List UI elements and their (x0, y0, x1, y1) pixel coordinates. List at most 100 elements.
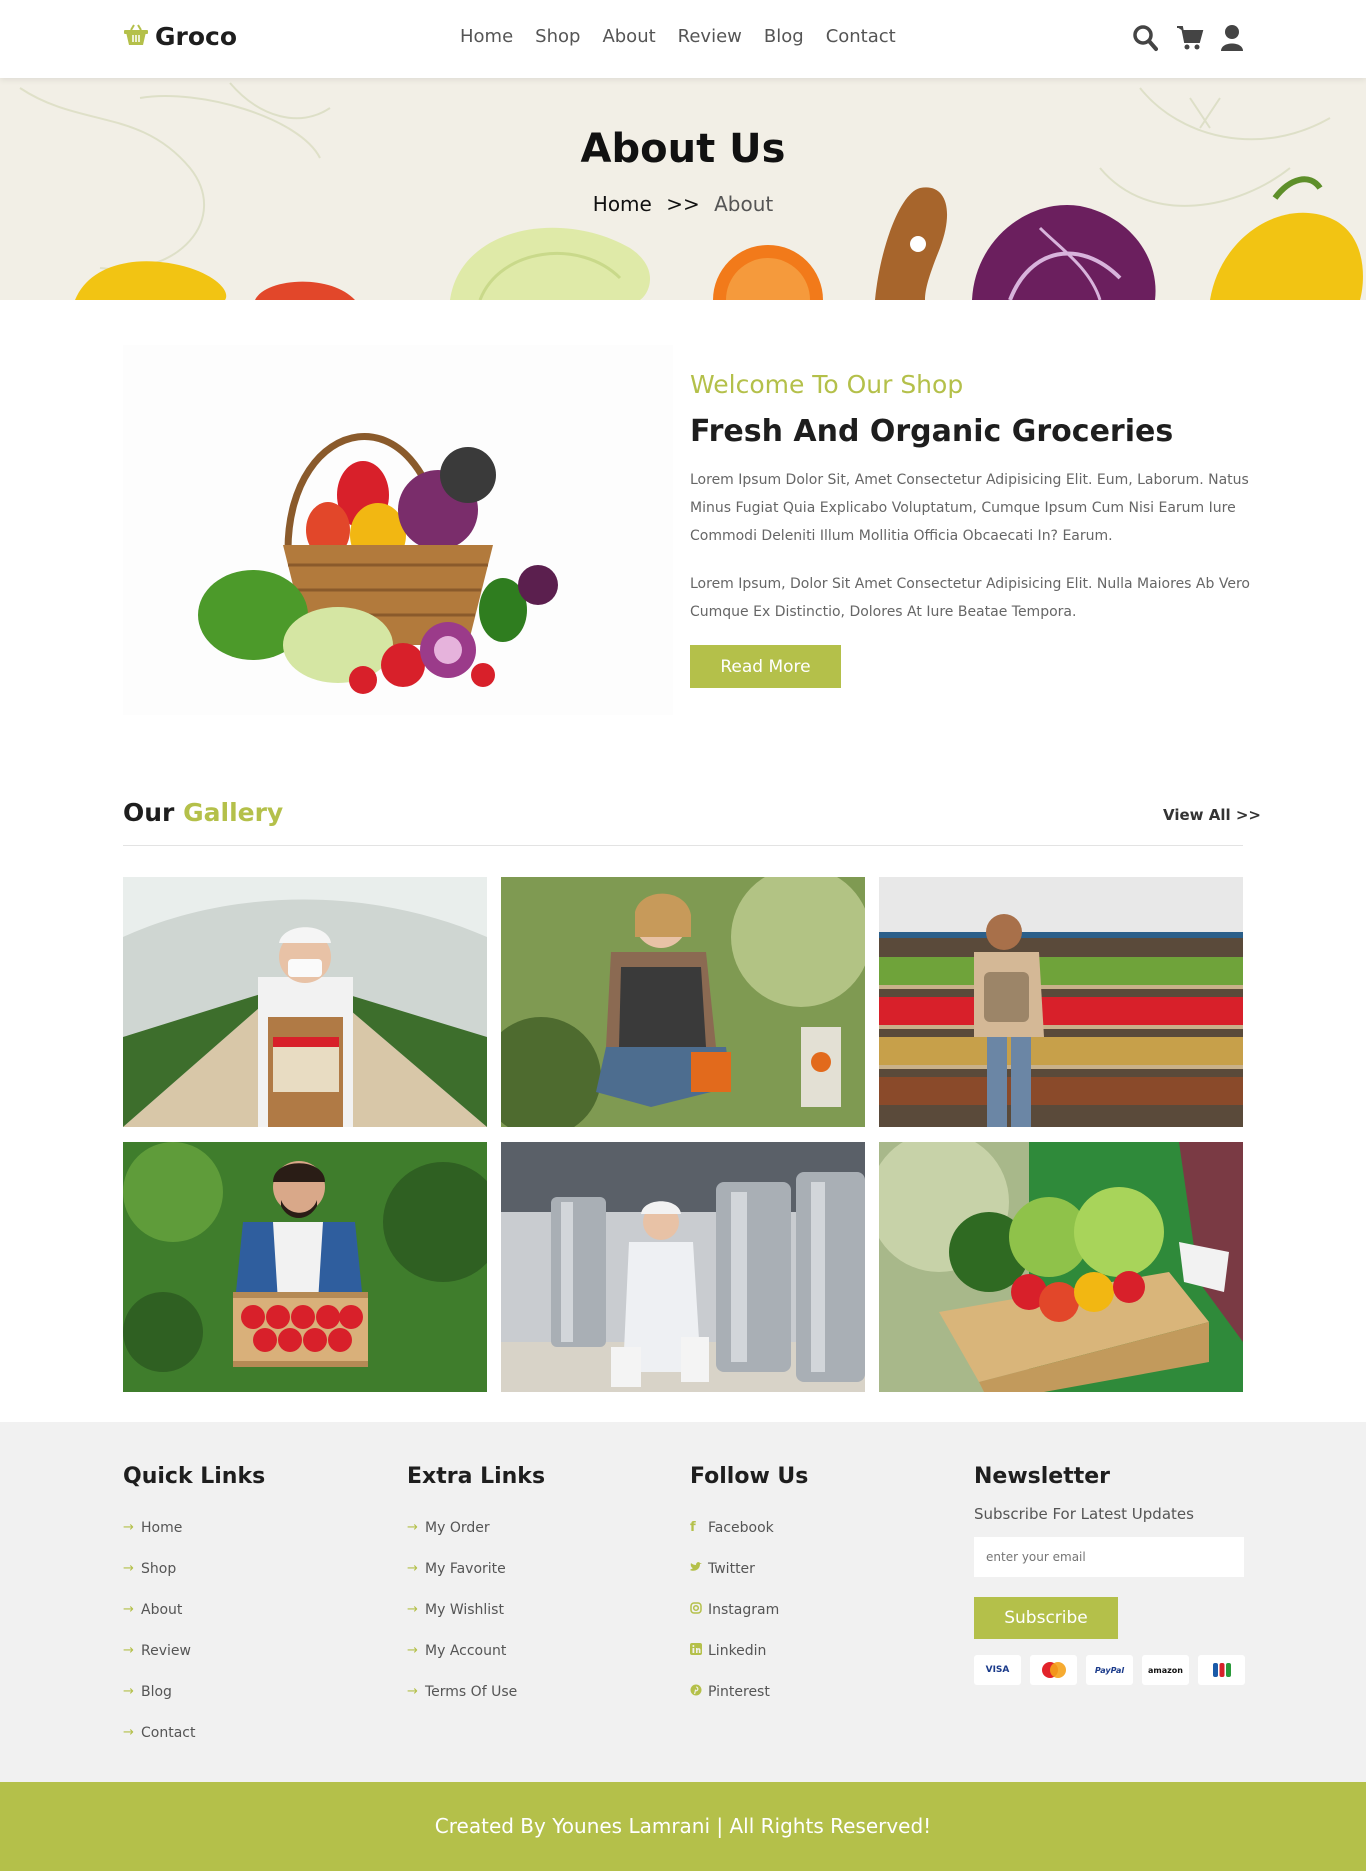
footer-link-label: Contact (141, 1724, 196, 1741)
social-link-instagram[interactable]: Instagram (690, 1589, 808, 1630)
hero-banner: About Us Home >> About (0, 78, 1366, 300)
footer-link-label: Blog (141, 1683, 172, 1700)
gallery-image-gardener[interactable] (501, 877, 865, 1127)
gallery-title-plain: Our (123, 798, 175, 827)
footer-link-label: Home (141, 1519, 183, 1536)
gallery-grid (123, 877, 1243, 1392)
arrow-right-icon: → (123, 1520, 134, 1535)
user-icon[interactable] (1220, 24, 1246, 52)
nav-blog[interactable]: Blog (764, 26, 804, 47)
social-label: Facebook (708, 1519, 774, 1536)
footer-link-my-account[interactable]: → My Account (407, 1630, 545, 1671)
gallery-title-accent: Gallery (183, 798, 284, 827)
header-icons (1132, 24, 1246, 52)
quick-links-title: Quick Links (123, 1464, 266, 1489)
footer-link-label: Review (141, 1642, 191, 1659)
newsletter-column: Newsletter Subscribe For Latest Updates … (974, 1464, 1245, 1685)
footer-link-my-order[interactable]: → My Order (407, 1507, 545, 1548)
footer-link-review[interactable]: → Review (123, 1630, 265, 1671)
subscribe-button[interactable]: Subscribe (974, 1597, 1118, 1639)
newsletter-subtitle: Subscribe For Latest Updates (974, 1505, 1194, 1523)
gallery-image-supermarket[interactable] (879, 877, 1243, 1127)
about-paragraph-1: Lorem Ipsum Dolor Sit, Amet Consectetur … (690, 472, 1249, 544)
hero-vegetables-illustration (19, 82, 1363, 300)
social-link-linkedin[interactable]: Linkedin (690, 1630, 808, 1671)
newsletter-email-input[interactable] (974, 1537, 1244, 1577)
nav-home[interactable]: Home (460, 26, 513, 47)
twitter-icon (690, 1561, 702, 1576)
gallery-image-factory[interactable] (501, 1142, 865, 1392)
footer-link-home[interactable]: → Home (123, 1507, 265, 1548)
footer-link-label: My Favorite (425, 1560, 506, 1577)
instagram-icon (690, 1601, 702, 1618)
logo[interactable]: Groco (123, 22, 237, 51)
quick-links-column: Quick Links → Home → Shop → About → Review →… (123, 1464, 265, 1753)
breadcrumb: Home >> About (0, 192, 1366, 216)
page-title: About Us (580, 126, 786, 172)
nav-shop[interactable]: Shop (535, 26, 580, 47)
footer-link-blog[interactable]: → Blog (123, 1671, 265, 1712)
footer-link-label: My Account (425, 1642, 507, 1659)
arrow-right-icon: → (123, 1643, 134, 1658)
social-link-facebook[interactable]: f Facebook (690, 1507, 808, 1548)
social-link-pinterest[interactable]: Pinterest (690, 1671, 808, 1712)
footer-link-my-favorite[interactable]: → My Favorite (407, 1548, 545, 1589)
read-more-button[interactable]: Read More (690, 645, 841, 688)
gallery-image-strawberry-farmer[interactable] (123, 877, 487, 1127)
footer-link-shop[interactable]: → Shop (123, 1548, 265, 1589)
social-label: Linkedin (708, 1642, 767, 1659)
gallery-image-vegetable-crate[interactable] (879, 1142, 1243, 1392)
about-paragraph-2: Lorem Ipsum, Dolor Sit Amet Consectetur … (690, 576, 1250, 620)
main-nav: Home Shop About Review Blog Contact (460, 26, 896, 47)
pinterest-icon (690, 1684, 702, 1700)
logo-text: Groco (155, 22, 238, 51)
social-label: Instagram (708, 1601, 780, 1618)
view-all-link[interactable]: View All >> (1163, 806, 1261, 824)
footer-link-label: My Wishlist (425, 1601, 504, 1618)
social-link-twitter[interactable]: Twitter (690, 1548, 808, 1589)
site-header: Groco Home Shop About Review Blog Contac… (0, 0, 1366, 78)
follow-us-title: Follow Us (690, 1464, 809, 1489)
footer-link-terms[interactable]: → Terms Of Use (407, 1671, 545, 1712)
arrow-right-icon: → (123, 1725, 134, 1740)
footer-link-label: Shop (141, 1560, 177, 1577)
breadcrumb-separator: >> (666, 192, 700, 216)
about-subtitle: Welcome To Our Shop (690, 370, 964, 399)
extra-links-title: Extra Links (407, 1464, 546, 1489)
gallery-divider (123, 845, 1243, 846)
footer-link-my-wishlist[interactable]: → My Wishlist (407, 1589, 545, 1630)
footer-link-contact[interactable]: → Contact (123, 1712, 265, 1753)
breadcrumb-current: About (714, 192, 774, 216)
extra-links-column: Extra Links → My Order → My Favorite → My W… (407, 1464, 545, 1712)
breadcrumb-home[interactable]: Home (593, 192, 652, 216)
arrow-right-icon: → (407, 1643, 418, 1658)
arrow-right-icon: → (407, 1684, 418, 1699)
copyright-bar: Created By Younes Lamrani | All Rights R… (0, 1782, 1366, 1871)
nav-about[interactable]: About (602, 26, 655, 47)
search-icon[interactable] (1132, 24, 1158, 52)
arrow-right-icon: → (123, 1602, 134, 1617)
arrow-right-icon: → (407, 1520, 418, 1535)
cart-icon[interactable] (1176, 24, 1204, 52)
social-label: Twitter (708, 1560, 755, 1577)
footer-link-about[interactable]: → About (123, 1589, 265, 1630)
mastercard-icon (1030, 1655, 1077, 1685)
arrow-right-icon: → (123, 1561, 134, 1576)
paypal-card-icon: PayPal (1086, 1655, 1133, 1685)
follow-us-column: Follow Us f Facebook Twitter Instagram Li… (690, 1464, 808, 1712)
nav-review[interactable]: Review (678, 26, 742, 47)
footer-link-label: About (141, 1601, 183, 1618)
nav-contact[interactable]: Contact (826, 26, 896, 47)
visa-card-icon: VISA (974, 1655, 1021, 1685)
copyright-text: Created By Younes Lamrani | All Rights R… (434, 1814, 932, 1838)
site-footer: Quick Links → Home → Shop → About → Review →… (0, 1422, 1366, 1782)
gallery-image-tomato-farmer[interactable] (123, 1142, 487, 1392)
footer-link-label: My Order (425, 1519, 490, 1536)
linkedin-icon (690, 1642, 702, 1659)
facebook-icon: f (690, 1520, 696, 1535)
grocery-basket-image (123, 345, 673, 715)
basket-icon (123, 23, 149, 50)
jcb-icon (1198, 1655, 1245, 1685)
about-title: Fresh And Organic Groceries (690, 414, 1174, 449)
social-label: Pinterest (708, 1683, 770, 1700)
